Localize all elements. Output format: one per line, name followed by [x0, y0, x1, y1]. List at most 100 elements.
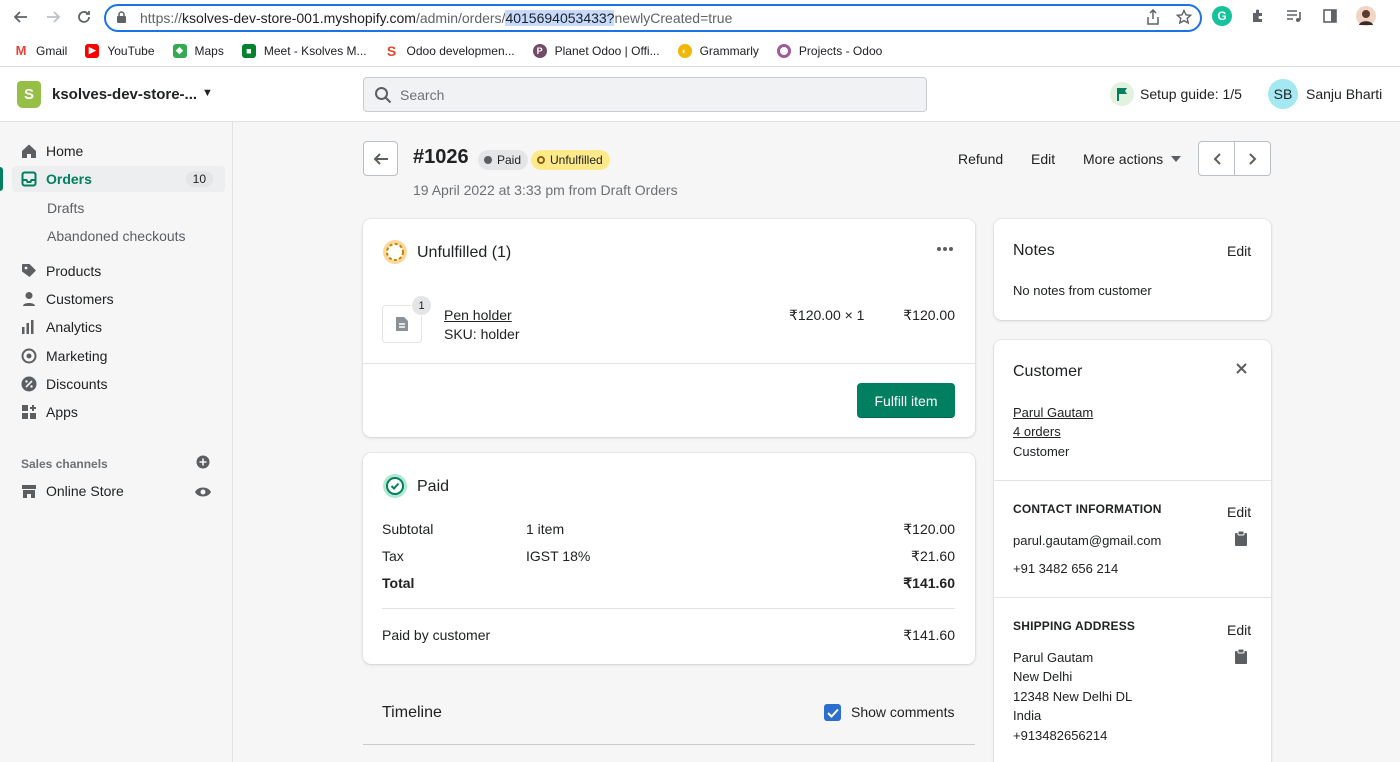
- reload-icon[interactable]: [69, 2, 99, 32]
- sidebar-item-customers[interactable]: Customers: [12, 286, 225, 312]
- sidebar: Home Orders 10 Drafts Abandoned checkout…: [0, 122, 233, 762]
- subtotal-label: Subtotal: [382, 521, 434, 537]
- projects-odoo-icon: [776, 43, 791, 58]
- order-subtitle: 19 April 2022 at 3:33 pm from Draft Orde…: [413, 182, 678, 198]
- paid-check-icon: [383, 474, 407, 498]
- caret-down-icon[interactable]: ▼: [202, 87, 213, 99]
- gmail-icon: M: [14, 43, 28, 58]
- media-queue-icon[interactable]: [1284, 6, 1304, 26]
- status-badge-unfulfilled: Unfulfilled: [531, 150, 610, 170]
- contact-edit-link[interactable]: Edit: [1227, 504, 1251, 520]
- notes-title: Notes: [1013, 242, 1055, 259]
- address-bar[interactable]: https://ksolves-dev-store-001.myshopify.…: [104, 4, 1202, 32]
- subtotal-detail: 1 item: [526, 521, 565, 537]
- customer-name-link[interactable]: Parul Gautam: [1013, 405, 1093, 420]
- url-scheme: https://: [140, 10, 183, 26]
- paid-by-value: ₹141.60: [903, 627, 955, 643]
- sidebar-item-abandoned-checkouts[interactable]: Abandoned checkouts: [47, 228, 186, 244]
- customer-label: Customer: [1013, 444, 1070, 459]
- customer-phone: +91 3482 656 214: [1013, 561, 1119, 576]
- orders-count-badge: 10: [185, 171, 213, 187]
- show-comments-checkbox[interactable]: [824, 704, 841, 721]
- target-icon: [20, 347, 38, 365]
- clipboard-icon[interactable]: [1235, 649, 1247, 664]
- tax-label: Tax: [382, 548, 404, 564]
- sidebar-item-orders[interactable]: Orders 10: [0, 166, 225, 192]
- bookmark-odoo-dev[interactable]: S Odoo developmen...: [384, 43, 515, 59]
- user-avatar[interactable]: SB: [1268, 79, 1298, 109]
- bookmark-youtube[interactable]: ▶ YouTube: [85, 43, 155, 58]
- add-circle-icon[interactable]: [196, 455, 210, 469]
- back-button[interactable]: [363, 141, 398, 176]
- customer-title: Customer: [1013, 363, 1083, 380]
- previous-order-button[interactable]: [1198, 141, 1235, 176]
- sidebar-item-home[interactable]: Home: [12, 138, 225, 164]
- meet-icon: ■: [241, 43, 256, 58]
- search-icon: [375, 86, 392, 103]
- setup-guide[interactable]: Setup guide: 1/5: [1110, 82, 1242, 106]
- unfulfilled-title: Unfulfilled (1): [417, 244, 512, 261]
- bookmark-projects-odoo[interactable]: Projects - Odoo: [776, 43, 882, 58]
- eye-icon[interactable]: [194, 485, 212, 499]
- unfulfilled-status-icon: [383, 240, 407, 264]
- sidebar-item-apps[interactable]: Apps: [12, 399, 225, 425]
- clipboard-icon[interactable]: [1235, 531, 1247, 546]
- customer-email[interactable]: parul.gautam@gmail.com: [1013, 533, 1161, 548]
- shopify-logo-icon[interactable]: S: [17, 81, 41, 108]
- browser-menu-icon[interactable]: [1392, 6, 1400, 26]
- person-icon: [20, 290, 38, 308]
- bookmark-grammarly[interactable]: ◐ Grammarly: [677, 43, 759, 58]
- apps-icon: [20, 403, 38, 421]
- admin-topbar: S ksolves-dev-store-... ▼ Search Setup g…: [0, 67, 1400, 122]
- close-icon[interactable]: [1236, 363, 1247, 374]
- paid-card: Paid Subtotal 1 item ₹120.00 Tax IGST 18…: [363, 453, 975, 664]
- search-placeholder: Search: [400, 86, 445, 103]
- sidebar-item-discounts[interactable]: Discounts: [12, 371, 225, 397]
- store-name[interactable]: ksolves-dev-store-...: [52, 86, 197, 103]
- sidebar-item-analytics[interactable]: Analytics: [12, 314, 225, 340]
- url-selected: 4015694053433?: [505, 10, 615, 26]
- shipping-edit-link[interactable]: Edit: [1227, 622, 1251, 638]
- caret-down-icon: [1171, 156, 1182, 162]
- browser-toolbar: https://ksolves-dev-store-001.myshopify.…: [0, 0, 1400, 35]
- product-line-total: ₹120.00: [903, 307, 955, 323]
- next-order-button[interactable]: [1234, 141, 1271, 176]
- more-horizontal-icon[interactable]: [937, 247, 953, 251]
- bookmark-star-icon[interactable]: [1175, 8, 1193, 29]
- product-link[interactable]: Pen holder: [444, 307, 512, 323]
- url-host: ksolves-dev-store-001.myshopify.com: [182, 10, 416, 26]
- side-panel-icon[interactable]: [1320, 6, 1340, 26]
- forward-arrow-icon[interactable]: [38, 2, 68, 32]
- edit-order-button[interactable]: Edit: [1031, 151, 1055, 167]
- grammarly-extension-icon[interactable]: G: [1212, 6, 1232, 26]
- search-input[interactable]: Search: [363, 77, 927, 112]
- customer-orders-link[interactable]: 4 orders: [1013, 424, 1061, 439]
- sidebar-item-drafts[interactable]: Drafts: [47, 200, 84, 216]
- lock-icon: [116, 11, 130, 25]
- puzzle-extensions-icon[interactable]: [1248, 6, 1268, 26]
- total-label: Total: [382, 575, 415, 591]
- profile-avatar-icon[interactable]: [1356, 6, 1376, 26]
- back-arrow-icon[interactable]: [6, 2, 36, 32]
- paid-title: Paid: [417, 478, 450, 495]
- bookmark-meet[interactable]: ■ Meet - Ksolves M...: [241, 43, 367, 58]
- show-comments-label[interactable]: Show comments: [851, 704, 954, 720]
- product-sku: SKU: holder: [444, 326, 520, 342]
- refund-button[interactable]: Refund: [958, 151, 1003, 167]
- share-icon[interactable]: [1146, 8, 1160, 29]
- sidebar-item-products[interactable]: Products: [12, 258, 225, 284]
- bookmarks-bar: M Gmail ▶ YouTube ◆ Maps ■ Meet - Ksolves M.…: [0, 35, 1400, 67]
- bookmark-gmail[interactable]: M Gmail: [14, 43, 67, 58]
- sales-channels-heading: Sales channels: [21, 457, 108, 471]
- more-actions-button[interactable]: More actions: [1083, 151, 1182, 167]
- notes-edit-link[interactable]: Edit: [1227, 243, 1251, 259]
- user-name[interactable]: Sanju Bharti: [1306, 86, 1382, 102]
- bookmark-planet-odoo[interactable]: P Planet Odoo | Offi...: [532, 43, 660, 58]
- odoo-dev-icon: S: [384, 43, 399, 59]
- fulfill-item-button[interactable]: Fulfill item: [857, 383, 955, 418]
- bookmark-maps[interactable]: ◆ Maps: [172, 43, 224, 58]
- address-line: Parul Gautam: [1013, 650, 1094, 665]
- customer-card: Customer Parul Gautam 4 orders Customer …: [994, 340, 1271, 762]
- sidebar-item-marketing[interactable]: Marketing: [12, 343, 225, 369]
- check-icon: [826, 708, 839, 718]
